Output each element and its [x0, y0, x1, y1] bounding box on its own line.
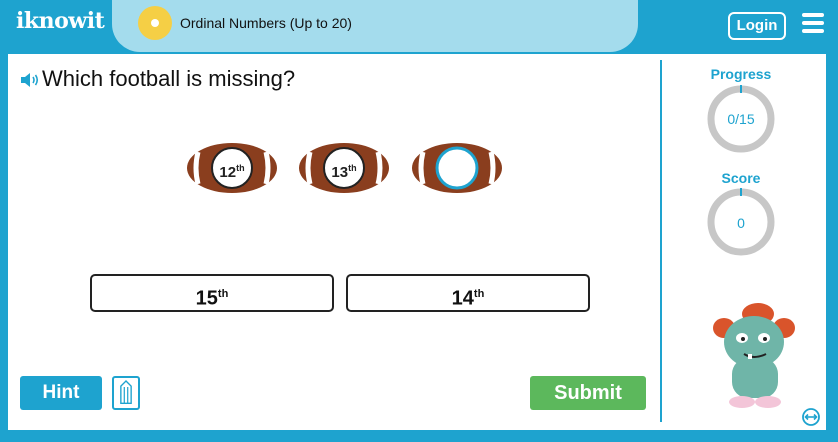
login-button[interactable]: Login — [728, 12, 786, 40]
topic-title: Ordinal Numbers (Up to 20) — [180, 15, 352, 31]
football-missing — [411, 142, 503, 194]
submit-button[interactable]: Submit — [530, 376, 646, 410]
monster-mascot — [713, 303, 795, 408]
football-item: 13th — [298, 142, 390, 194]
answer-suffix: th — [217, 288, 229, 300]
progress-value: 0/15 — [727, 111, 755, 127]
answer-option-2[interactable]: 14th — [346, 274, 590, 312]
sidebar-divider — [660, 60, 662, 422]
football-suffix: th — [348, 163, 357, 173]
logo: iknowit — [16, 8, 105, 34]
answer-suffix: th — [473, 288, 485, 300]
answer-number: 15 — [195, 287, 218, 310]
progress-label: Progress — [710, 66, 772, 82]
topic-icon — [138, 6, 172, 40]
header-bar: iknowit Ordinal Numbers (Up to 20) Login — [0, 0, 838, 54]
answer-number: 14 — [451, 287, 474, 310]
menu-icon[interactable] — [802, 13, 824, 33]
score-label: Score — [721, 170, 761, 186]
football-number: 12 — [219, 164, 237, 181]
football-item: 12th — [186, 142, 278, 194]
pencil-icon[interactable] — [112, 376, 140, 410]
answer-option-1[interactable]: 15th — [90, 274, 334, 312]
football-number: 13 — [331, 164, 349, 181]
football-suffix: th — [236, 163, 245, 173]
hint-button[interactable]: Hint — [20, 376, 102, 410]
collapse-arrow-icon[interactable] — [802, 408, 820, 426]
main-panel: Which football is missing? 12th 13th 15t… — [8, 54, 826, 430]
question-text: Which football is missing? — [42, 66, 296, 91]
speaker-icon[interactable] — [20, 72, 40, 88]
score-value: 0 — [737, 215, 745, 231]
